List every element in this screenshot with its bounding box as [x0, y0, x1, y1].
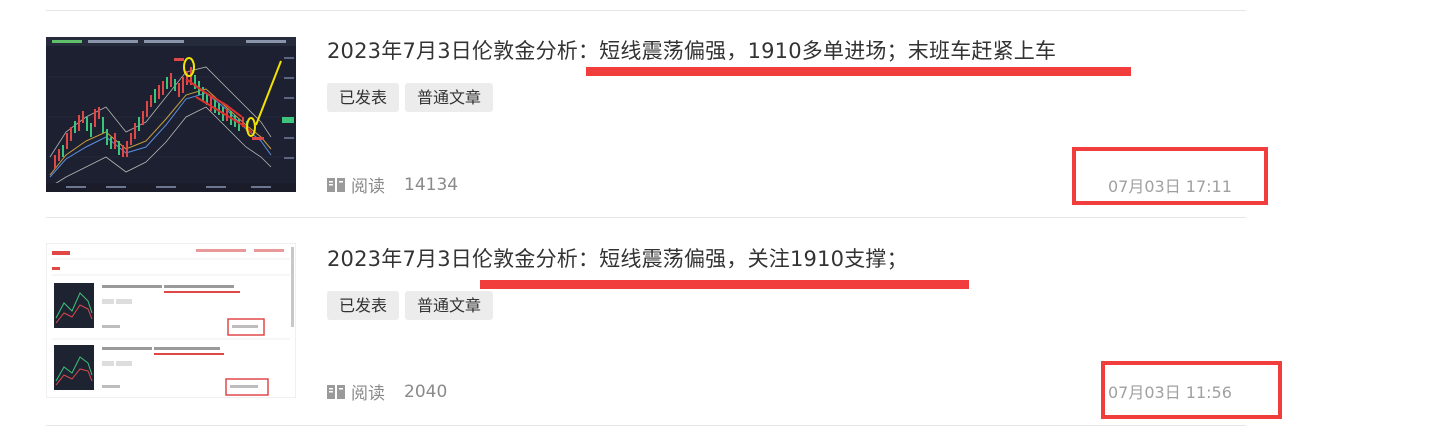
bottom-divider	[46, 425, 1246, 426]
read-label: 阅读	[351, 177, 385, 197]
time-highlight-box	[1072, 147, 1268, 205]
candlestick-chart-image	[46, 37, 296, 192]
book-icon	[327, 177, 345, 193]
article-tags: 已发表 普通文章	[327, 83, 494, 112]
read-count: 2040	[404, 381, 448, 402]
book-icon	[327, 384, 345, 400]
article-title[interactable]: 2023年7月3日伦敦金分析：短线震荡偏强，1910多单进场；末班车赶紧上车	[327, 35, 1056, 65]
tag-article-type: 普通文章	[405, 83, 494, 112]
time-highlight-box	[1101, 361, 1282, 419]
read-stats: 阅读 14134	[327, 172, 458, 197]
read-label: 阅读	[351, 384, 385, 404]
article-divider	[46, 217, 1246, 218]
article-list-screenshot-image	[46, 243, 296, 398]
tag-article-type: 普通文章	[405, 291, 494, 320]
top-divider	[46, 10, 1246, 11]
title-highlight-underline	[480, 280, 969, 289]
tag-published: 已发表	[327, 291, 400, 320]
article-item[interactable]: 2023年7月3日伦敦金分析：短线震荡偏强，1910多单进场；末班车赶紧上车 已…	[46, 35, 1268, 243]
article-tags: 已发表 普通文章	[327, 291, 494, 320]
article-thumbnail[interactable]	[46, 37, 296, 192]
article-item[interactable]: 2023年7月3日伦敦金分析：短线震荡偏强，关注1910支撑； 已发表 普通文章…	[46, 243, 1282, 434]
title-highlight-underline	[586, 67, 1131, 76]
tag-published: 已发表	[327, 83, 400, 112]
read-stats: 阅读 2040	[327, 379, 447, 404]
article-title[interactable]: 2023年7月3日伦敦金分析：短线震荡偏强，关注1910支撑；	[327, 243, 908, 273]
article-thumbnail[interactable]	[46, 243, 296, 398]
read-count: 14134	[404, 174, 459, 195]
